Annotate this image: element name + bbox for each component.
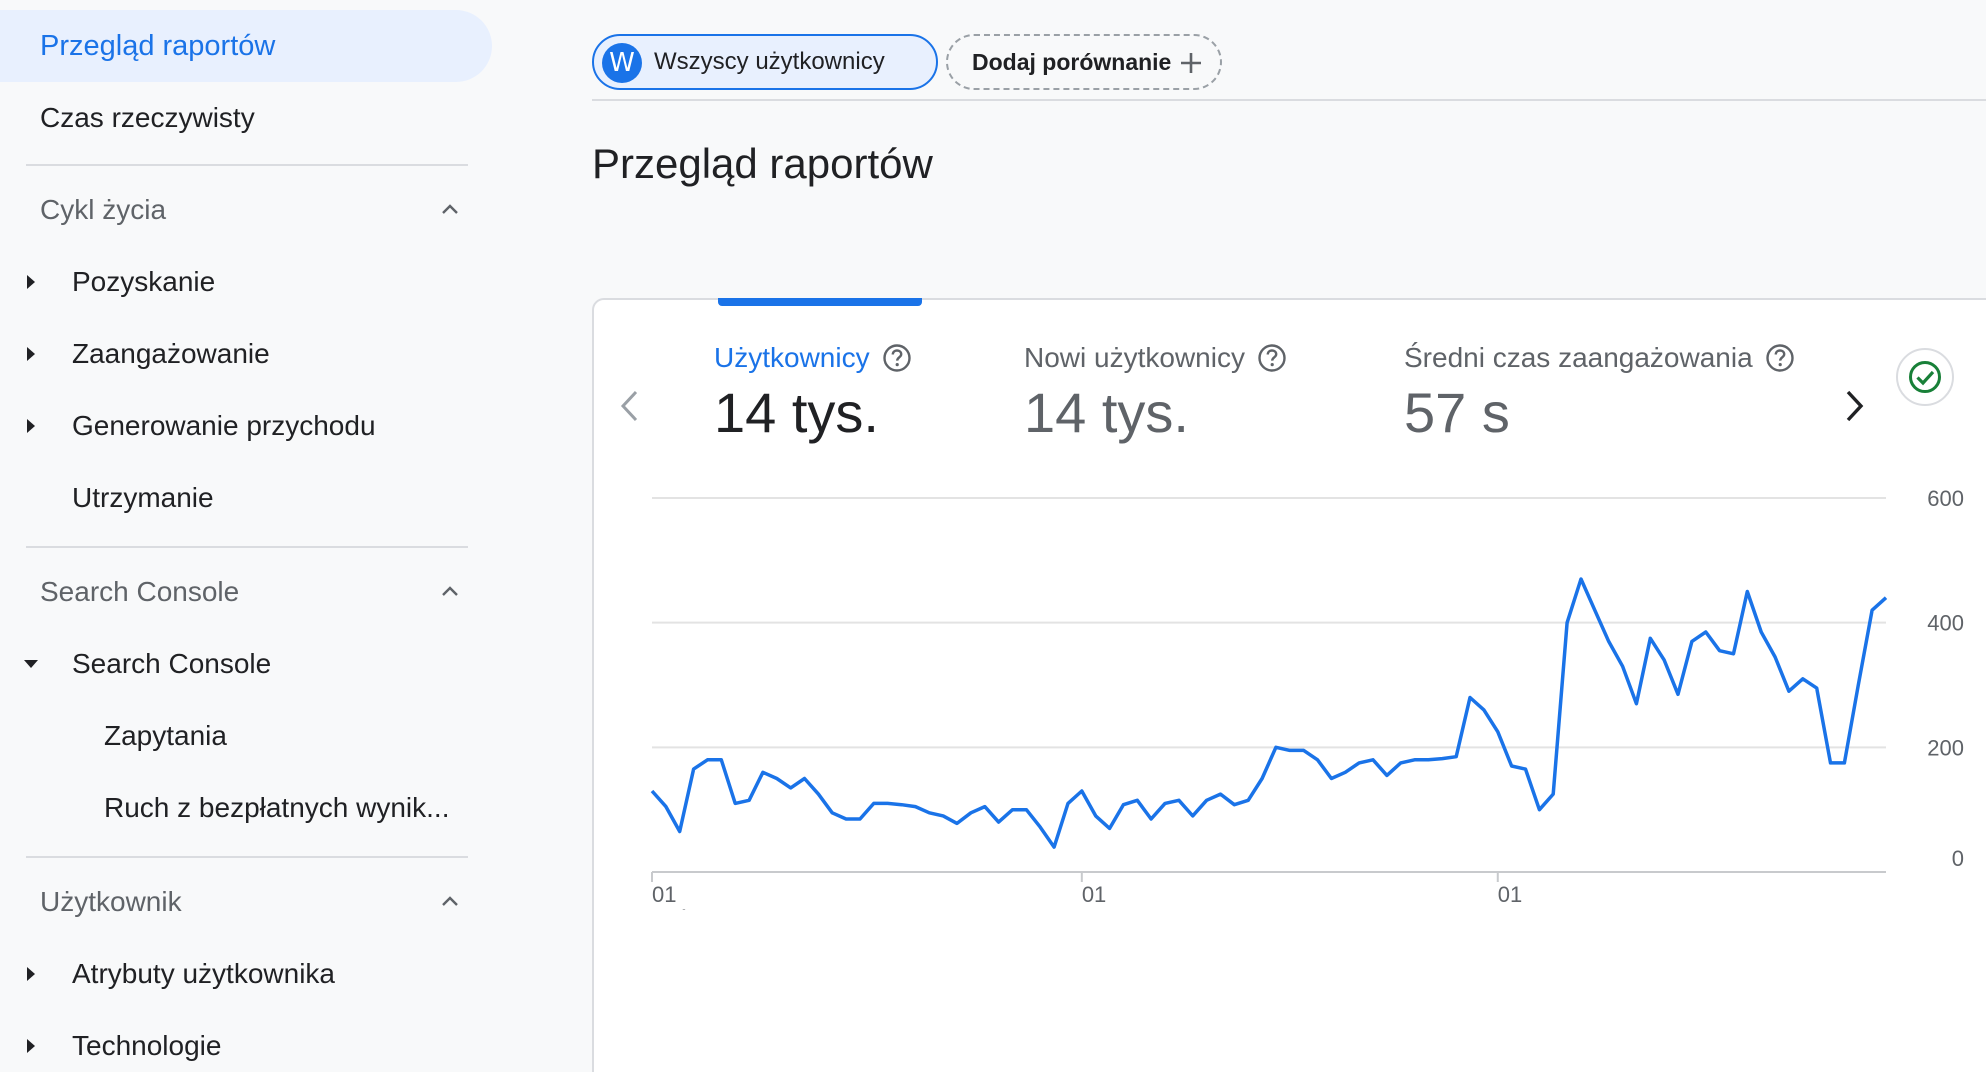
nav-item-label: Generowanie przychodu <box>72 410 376 441</box>
y-tick-label: 400 <box>1927 611 1964 636</box>
metric-label: Nowi użytkownicy <box>1024 342 1245 373</box>
nav-item-label: Technologie <box>72 1030 222 1061</box>
page-title: Przegląd raportów <box>592 140 933 187</box>
question-circle-icon[interactable] <box>882 343 912 373</box>
section-title: Użytkownik <box>40 886 182 917</box>
section-title: Cykl życia <box>40 194 167 225</box>
x-tick-day: 01 <box>1498 882 1522 907</box>
active-tab-indicator <box>718 298 922 306</box>
caret-right-icon <box>24 1039 38 1053</box>
main-content: W Wszyscy użytkownicy Dodaj porównanie P… <box>510 0 1986 1072</box>
data-quality-button[interactable] <box>1896 348 1954 406</box>
caret-right-icon <box>24 967 38 981</box>
metric-label: Użytkownicy <box>714 342 870 373</box>
sidebar: Przegląd raportów Czas rzeczywisty Cykl … <box>0 0 510 1072</box>
chevron-right-icon[interactable] <box>1840 386 1870 426</box>
y-tick-label: 200 <box>1927 735 1964 760</box>
caret-right-icon <box>24 347 38 361</box>
question-circle-icon[interactable] <box>1257 343 1287 373</box>
users-series-line <box>650 577 1888 849</box>
section-user[interactable]: Użytkownik <box>0 872 492 932</box>
nav-item-label: Pozyskanie <box>72 266 216 297</box>
segment-label: Wszyscy użytkownicy <box>654 48 885 75</box>
overview-card: Użytkownicy 14 tys. Nowi użytkownicy 14 … <box>592 298 1986 1072</box>
chevron-up-icon <box>442 204 458 214</box>
metric-value: 14 tys. <box>714 381 879 444</box>
nav-item-label: Zaangażowanie <box>72 338 270 369</box>
sidebar-divider <box>26 856 468 858</box>
caret-down-icon <box>24 657 38 671</box>
chevron-up-icon <box>442 896 458 906</box>
chevron-up-icon <box>442 586 458 596</box>
metric-tab-new-users[interactable]: Nowi użytkownicy 14 tys. <box>1024 342 1287 445</box>
nav-item-acquisition[interactable]: Pozyskanie <box>0 252 492 312</box>
add-comparison-label: Dodaj porównanie <box>972 48 1172 75</box>
nav-item-tech[interactable]: Technologie <box>0 1016 492 1072</box>
nav-item-reports-overview[interactable]: Przegląd raportów <box>0 10 492 82</box>
x-tick-month: gru <box>1498 906 1530 910</box>
metric-value: 14 tys. <box>1024 381 1189 444</box>
segment-avatar: W <box>602 43 642 83</box>
nav-item-organic-search-traffic[interactable]: Ruch z bezpłatnych wynik... <box>0 778 492 838</box>
nav-item-label: Zapytania <box>104 720 227 751</box>
nav-item-realtime[interactable]: Czas rzeczywisty <box>0 88 492 148</box>
nav-item-label: Ruch z bezpłatnych wynik... <box>104 792 450 823</box>
chart-svg: 020040060001paź01lis01gru <box>650 490 1964 910</box>
x-tick-day: 01 <box>652 882 676 907</box>
metric-label: Średni czas zaangażowania <box>1404 342 1753 373</box>
y-tick-label: 600 <box>1927 490 1964 511</box>
sidebar-divider <box>26 164 468 166</box>
nav-item-label: Search Console <box>72 648 272 679</box>
sidebar-divider <box>26 546 468 548</box>
y-tick-label: 0 <box>1952 846 1964 871</box>
x-tick-day: 01 <box>1082 882 1106 907</box>
section-lifecycle[interactable]: Cykl życia <box>0 180 492 240</box>
x-tick-month: lis <box>1082 906 1103 910</box>
nav-item-queries[interactable]: Zapytania <box>0 706 492 766</box>
section-search-console[interactable]: Search Console <box>0 562 492 622</box>
check-circle-icon <box>1909 361 1941 393</box>
nav-item-user-attributes[interactable]: Atrybuty użytkownika <box>0 944 492 1004</box>
segment-chip-all-users[interactable]: W Wszyscy użytkownicy <box>592 34 938 90</box>
x-tick-month: paź <box>652 906 687 910</box>
metric-tab-avg-engagement-time[interactable]: Średni czas zaangażowania 57 s <box>1404 342 1795 445</box>
plus-icon <box>1181 53 1201 73</box>
add-comparison-button[interactable]: Dodaj porównanie <box>946 34 1222 90</box>
metric-value: 57 s <box>1404 381 1510 444</box>
nav-item-monetization[interactable]: Generowanie przychodu <box>0 396 492 456</box>
metric-tab-users[interactable]: Użytkownicy 14 tys. <box>714 342 912 445</box>
nav-item-label: Utrzymanie <box>72 482 214 513</box>
nav-item-label: Czas rzeczywisty <box>40 102 255 133</box>
question-circle-icon[interactable] <box>1765 343 1795 373</box>
nav-item-retention[interactable]: Utrzymanie <box>0 468 492 528</box>
caret-right-icon <box>24 275 38 289</box>
nav-item-label: Atrybuty użytkownika <box>72 958 335 989</box>
users-line-chart: 020040060001paź01lis01gru <box>594 490 1986 910</box>
header-divider <box>592 99 1986 101</box>
chevron-left-icon[interactable] <box>614 386 644 426</box>
section-title: Search Console <box>40 576 240 607</box>
caret-right-icon <box>24 419 38 433</box>
nav-item-search-console-group[interactable]: Search Console <box>0 634 492 694</box>
nav-item-engagement[interactable]: Zaangażowanie <box>0 324 492 384</box>
nav-item-label: Przegląd raportów <box>40 29 276 62</box>
